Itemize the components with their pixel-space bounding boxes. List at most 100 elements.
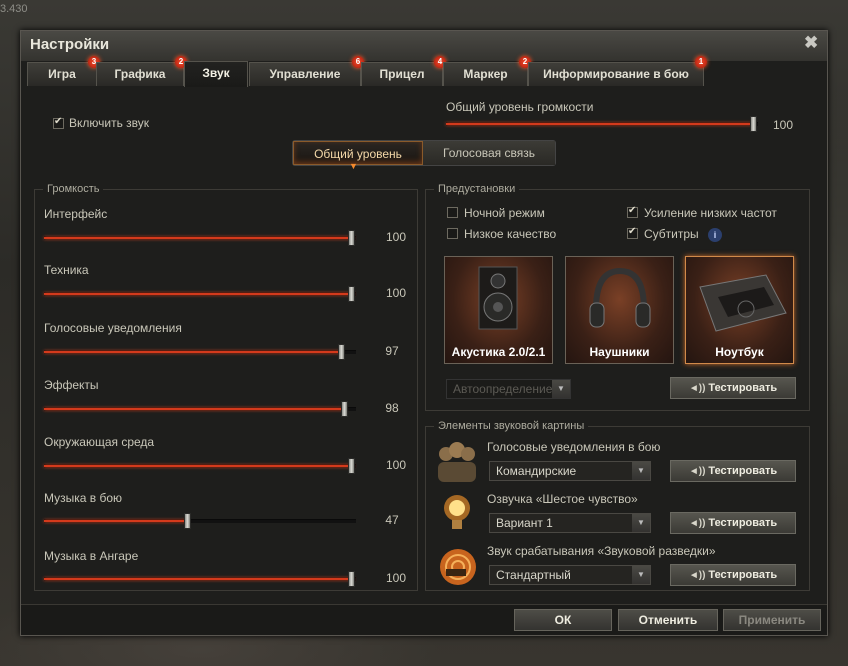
card-label: Ноутбук: [715, 345, 764, 359]
bass-boost-checkbox[interactable]: [627, 205, 638, 218]
master-volume-label: Общий уровень громкости: [446, 100, 594, 114]
chevron-down-icon: ▼: [632, 566, 650, 584]
slider-value: 100: [385, 230, 407, 244]
slider-label: Техника: [44, 263, 89, 277]
vehicle-volume-slider[interactable]: [44, 286, 356, 302]
test-sound-recon-button[interactable]: ◄)) Тестировать: [670, 564, 796, 586]
enable-sound-checkbox[interactable]: [53, 116, 64, 129]
info-icon[interactable]: i: [708, 228, 722, 242]
radar-icon: [432, 543, 482, 585]
slider-label: Окружающая среда: [44, 435, 155, 449]
slider-thumb[interactable]: [338, 344, 345, 360]
slider-label: Эффекты: [44, 378, 99, 392]
subtitles-label: Субтитры: [644, 227, 699, 241]
slider-thumb[interactable]: [341, 401, 348, 417]
version-label: 3.430: [0, 3, 28, 15]
slider-fill: [44, 237, 354, 239]
segment-voice-chat[interactable]: Голосовая связь: [423, 141, 555, 165]
sixth-sense-dropdown[interactable]: Вариант 1 ▼: [489, 513, 651, 533]
laptop-icon: [699, 274, 787, 332]
chevron-down-icon: ▼: [632, 514, 650, 532]
voice-alerts-volume-slider[interactable]: [44, 344, 356, 360]
tab-controls[interactable]: Управление 6: [249, 56, 364, 86]
slider-thumb[interactable]: [348, 571, 355, 587]
speaker-icon: ◄)): [688, 383, 706, 394]
slider-fill: [44, 578, 354, 580]
volume-mode-switch: Общий уровень Голосовая связь: [292, 140, 556, 166]
tab-label: Маркер: [463, 67, 508, 81]
tab-battle-info[interactable]: Информирование в бою 1: [528, 56, 707, 86]
tab-graphics[interactable]: Графика 2: [96, 56, 187, 86]
slider-fill: [44, 351, 342, 353]
low-quality-checkbox[interactable]: [447, 228, 458, 239]
tab-label: Прицел: [379, 67, 425, 81]
preset-card-headphones[interactable]: Наушники: [565, 256, 674, 364]
close-icon[interactable]: ✖: [804, 33, 818, 53]
tab-game[interactable]: Игра 3: [27, 56, 100, 86]
tab-sight[interactable]: Прицел 4: [361, 56, 446, 86]
slider-thumb[interactable]: [750, 116, 757, 132]
auto-detect-dropdown[interactable]: Автоопределение ▼: [446, 379, 571, 399]
night-mode-checkbox[interactable]: [447, 207, 458, 218]
lightbulb-icon: [432, 492, 482, 534]
night-mode-label: Ночной режим: [464, 206, 545, 220]
tab-label: Информирование в бою: [543, 67, 689, 81]
slider-thumb[interactable]: [348, 230, 355, 246]
slider-label: Музыка в Ангаре: [44, 549, 139, 563]
segment-general[interactable]: Общий уровень: [293, 141, 423, 165]
preset-card-speakers[interactable]: Акустика 2.0/2.1: [444, 256, 553, 364]
slider-thumb[interactable]: [348, 286, 355, 302]
tab-label: Игра: [48, 67, 76, 81]
effects-volume-slider[interactable]: [44, 401, 356, 417]
test-voice-alerts-button[interactable]: ◄)) Тестировать: [670, 460, 796, 482]
button-label: Тестировать: [708, 517, 778, 529]
button-label: Тестировать: [708, 382, 778, 394]
slider-value: 47: [385, 513, 399, 527]
tab-label: Управление: [269, 67, 341, 81]
slider-thumb[interactable]: [184, 513, 191, 529]
element-label: Голосовые уведомления в бою: [487, 440, 661, 454]
chevron-down-icon: ▼: [552, 380, 570, 398]
master-volume-slider[interactable]: [446, 116, 758, 132]
tab-label: Звук: [202, 66, 230, 80]
test-preset-button[interactable]: ◄)) Тестировать: [670, 377, 796, 399]
ambient-volume-slider[interactable]: [44, 458, 356, 474]
voice-alerts-dropdown[interactable]: Командирские ▼: [489, 461, 651, 481]
tab-bar: Игра 3 Графика 2 Звук Управление 6 Прицел 4 …: [27, 56, 823, 87]
slider-value: 100: [385, 458, 407, 472]
chevron-down-icon: ▼: [349, 161, 358, 171]
tab-label: Графика: [114, 67, 166, 81]
slider-value: 98: [385, 401, 399, 415]
tab-marker[interactable]: Маркер 2: [443, 56, 531, 86]
slider-fill: [44, 520, 188, 522]
slider-thumb[interactable]: [348, 458, 355, 474]
speaker-icon: ◄)): [688, 518, 706, 529]
button-label: Тестировать: [708, 465, 778, 477]
slider-fill: [44, 465, 354, 467]
group-label: Элементы звуковой картины: [434, 420, 589, 432]
speaker-icon: [478, 266, 518, 330]
group-label: Громкость: [43, 183, 104, 195]
apply-button[interactable]: Применить: [723, 609, 821, 631]
element-label: Звук срабатывания «Звуковой разведки»: [487, 544, 716, 558]
dropdown-value: Стандартный: [496, 568, 571, 582]
subtitles-checkbox[interactable]: [627, 226, 638, 239]
tab-sound[interactable]: Звук: [184, 61, 248, 87]
speaker-icon: ◄)): [688, 570, 706, 581]
card-label: Акустика 2.0/2.1: [451, 345, 546, 359]
ok-button[interactable]: ОК: [514, 609, 612, 631]
test-sixth-sense-button[interactable]: ◄)) Тестировать: [670, 512, 796, 534]
battle-music-volume-slider[interactable]: [44, 513, 356, 529]
tab-badge: 1: [695, 56, 707, 68]
headphones-icon: [589, 267, 651, 328]
hangar-music-volume-slider[interactable]: [44, 571, 356, 587]
card-label: Наушники: [589, 345, 650, 359]
slider-value: 100: [385, 286, 407, 300]
group-label: Предустановки: [434, 183, 520, 195]
sound-recon-dropdown[interactable]: Стандартный ▼: [489, 565, 651, 585]
slider-label: Музыка в бою: [44, 491, 123, 505]
slider-fill: [44, 293, 354, 295]
preset-card-laptop[interactable]: Ноутбук: [685, 256, 794, 364]
interface-volume-slider[interactable]: [44, 230, 356, 246]
cancel-button[interactable]: Отменить: [618, 609, 718, 631]
